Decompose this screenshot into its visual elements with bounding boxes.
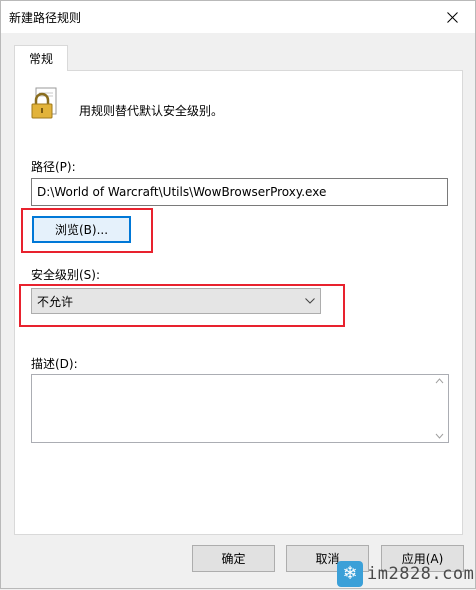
- path-label: 路径(P):: [31, 160, 76, 174]
- scroll-up-icon: [435, 378, 444, 384]
- rule-description-text: 用规则替代默认安全级别。: [79, 104, 224, 118]
- watermark-text: im2828.com: [367, 563, 475, 584]
- snowflake-logo-icon: ❄: [337, 560, 363, 587]
- close-button[interactable]: [429, 1, 475, 33]
- notes-scrollbar[interactable]: [431, 375, 448, 442]
- title-bar: 新建路径规则: [1, 1, 475, 33]
- security-level-select[interactable]: 不允许: [31, 288, 321, 314]
- notes-textarea[interactable]: [31, 374, 449, 443]
- site-watermark: ❄ im2828.com: [337, 557, 476, 590]
- browse-button-label: 浏览(B)...: [54, 223, 109, 237]
- browse-button[interactable]: 浏览(B)...: [32, 216, 131, 243]
- path-input[interactable]: D:\World of Warcraft\Utils\WowBrowserPro…: [31, 178, 448, 206]
- scroll-down-icon: [435, 433, 444, 439]
- security-level-label: 安全级别(S):: [31, 268, 101, 282]
- notes-label: 描述(D):: [31, 357, 78, 371]
- ok-button[interactable]: 确定: [192, 545, 275, 572]
- tab-general-label: 常规: [28, 52, 53, 66]
- ok-button-label: 确定: [221, 552, 246, 566]
- tab-general[interactable]: 常规: [14, 45, 68, 71]
- cancel-button-label: 取消: [315, 552, 340, 566]
- window-title: 新建路径规则: [9, 11, 82, 25]
- close-icon: [446, 11, 458, 23]
- chevron-down-icon: [305, 298, 315, 304]
- new-path-rule-dialog: 新建路径规则 常规 用规则替代默认安全级别。 路径(P): D:\World o…: [0, 0, 476, 589]
- security-level-value: 不允许: [37, 294, 74, 309]
- lock-document-icon: [31, 87, 57, 119]
